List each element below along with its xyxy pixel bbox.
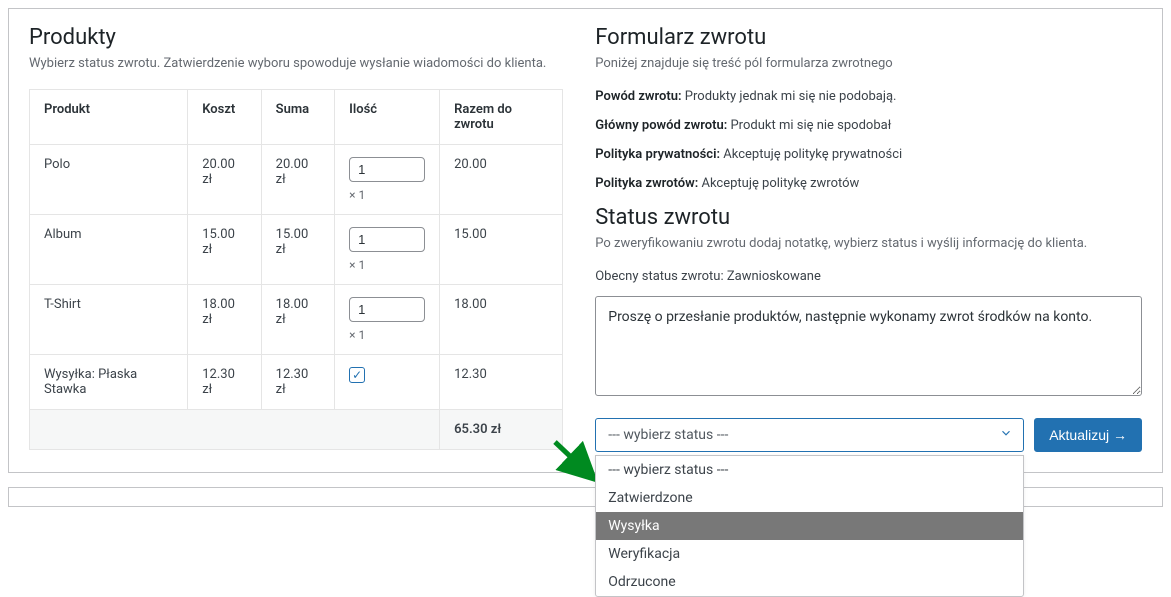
status-dropdown[interactable]: --- wybierz status ---ZatwierdzoneWysyłk…	[595, 455, 1024, 597]
cell-product: Polo	[30, 145, 188, 215]
form-field-line: Główny powód zwrotu: Produkt mi się nie …	[595, 118, 1142, 133]
form-subtitle: Poniżej znajduje się treść pól formularz…	[595, 56, 1142, 71]
current-status: Obecny status zwrotu: Zawnioskowane	[595, 269, 1142, 284]
cell-qty: × 1	[335, 215, 440, 285]
form-field-value: Akceptuję politykę prywatności	[723, 147, 902, 162]
col-total: Razem do zwrotu	[440, 90, 563, 145]
form-field-line: Polityka zwrotów: Akceptuję politykę zwr…	[595, 176, 1142, 191]
cell-product: T-Shirt	[30, 285, 188, 355]
status-option[interactable]: --- wybierz status ---	[596, 456, 1023, 484]
table-row: Polo20.00 zł20.00 zł× 120.00	[30, 145, 563, 215]
status-subtitle: Po zweryfikowaniu zwrotu dodaj notatkę, …	[595, 236, 1142, 251]
status-select[interactable]: --- wybierz status --- --- wybierz statu…	[595, 418, 1024, 452]
form-field-label: Polityka zwrotów:	[595, 176, 698, 191]
cell-qty: × 1	[335, 285, 440, 355]
cell-total: 15.00	[440, 215, 563, 285]
products-column: Produkty Wybierz status zwrotu. Zatwierd…	[29, 25, 563, 452]
cell-product: Wysyłka: Płaska Stawka	[30, 355, 188, 410]
table-row: Wysyłka: Płaska Stawka12.30 zł12.30 zł✓1…	[30, 355, 563, 410]
cell-total: 20.00	[440, 145, 563, 215]
main-panel: Produkty Wybierz status zwrotu. Zatwierd…	[8, 8, 1163, 473]
cell-cost: 12.30 zł	[188, 355, 261, 410]
status-option[interactable]: Zatwierdzone	[596, 484, 1023, 512]
form-field-label: Polityka prywatności:	[595, 147, 720, 162]
qty-multiplier: × 1	[349, 188, 425, 202]
cell-sum: 12.30 zł	[261, 355, 334, 410]
grand-total: 65.30 zł	[440, 410, 563, 450]
form-field-label: Główny powód zwrotu:	[595, 118, 727, 133]
cell-product: Album	[30, 215, 188, 285]
cell-sum: 15.00 zł	[261, 215, 334, 285]
cell-sum: 18.00 zł	[261, 285, 334, 355]
table-row: Album15.00 zł15.00 zł× 115.00	[30, 215, 563, 285]
cell-sum: 20.00 zł	[261, 145, 334, 215]
shipping-checkbox[interactable]: ✓	[349, 367, 365, 383]
current-status-label: Obecny status zwrotu:	[595, 269, 723, 284]
col-qty: Ilość	[335, 90, 440, 145]
form-title: Formularz zwrotu	[595, 25, 1142, 50]
form-field-label: Powód zwrotu:	[595, 89, 681, 104]
cell-qty: ✓	[335, 355, 440, 410]
qty-input[interactable]	[349, 157, 425, 182]
return-form-column: Formularz zwrotu Poniżej znajduje się tr…	[595, 25, 1142, 452]
form-field-value: Produkt mi się nie spodobał	[730, 118, 891, 133]
col-product: Produkt	[30, 90, 188, 145]
qty-input[interactable]	[349, 297, 425, 322]
cell-cost: 18.00 zł	[188, 285, 261, 355]
status-option[interactable]: Wysyłka	[596, 512, 1023, 540]
products-title: Produkty	[29, 25, 563, 50]
col-cost: Koszt	[188, 90, 261, 145]
products-table: Produkt Koszt Suma Ilość Razem do zwrotu…	[29, 89, 563, 450]
status-select-value: --- wybierz status ---	[608, 427, 728, 443]
qty-input[interactable]	[349, 227, 425, 252]
form-field-line: Polityka prywatności: Akceptuję politykę…	[595, 147, 1142, 162]
note-textarea[interactable]	[595, 296, 1142, 396]
products-subtitle: Wybierz status zwrotu. Zatwierdzenie wyb…	[29, 56, 563, 71]
cell-cost: 20.00 zł	[188, 145, 261, 215]
current-status-value: Zawnioskowane	[727, 269, 821, 284]
status-option[interactable]: Weryfikacja	[596, 540, 1023, 568]
cell-cost: 15.00 zł	[188, 215, 261, 285]
table-row: T-Shirt18.00 zł18.00 zł× 118.00	[30, 285, 563, 355]
form-field-value: Produkty jednak mi się nie podobają.	[685, 89, 897, 104]
form-field-value: Akceptuję politykę zwrotów	[701, 176, 859, 191]
update-button[interactable]: Aktualizuj →	[1034, 418, 1142, 452]
qty-multiplier: × 1	[349, 328, 425, 342]
qty-multiplier: × 1	[349, 258, 425, 272]
chevron-down-icon	[999, 426, 1013, 444]
cell-total: 18.00	[440, 285, 563, 355]
cell-qty: × 1	[335, 145, 440, 215]
status-title: Status zwrotu	[595, 205, 1142, 230]
col-sum: Suma	[261, 90, 334, 145]
form-field-line: Powód zwrotu: Produkty jednak mi się nie…	[595, 89, 1142, 104]
cell-total: 12.30	[440, 355, 563, 410]
